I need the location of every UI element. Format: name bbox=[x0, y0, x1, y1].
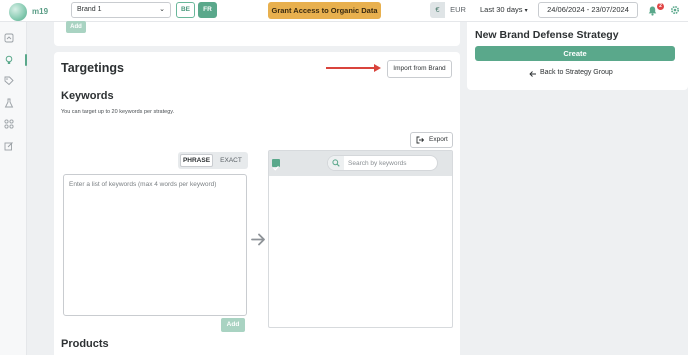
period-select-value: Last 30 days bbox=[480, 5, 523, 14]
bell-icon[interactable] bbox=[648, 6, 657, 16]
match-phrase-option[interactable]: PHRASE bbox=[180, 154, 213, 167]
products-title: Products bbox=[61, 338, 109, 350]
gear-icon[interactable] bbox=[670, 5, 680, 15]
export-label: Export bbox=[429, 136, 448, 143]
create-button[interactable]: Create bbox=[475, 46, 675, 61]
search-icon-wrap bbox=[328, 156, 344, 170]
tag-icon[interactable] bbox=[4, 76, 14, 86]
add-keywords-button[interactable]: Add bbox=[221, 318, 245, 332]
annotation-arrow-head bbox=[374, 64, 381, 72]
targetings-title: Targetings bbox=[61, 61, 124, 75]
previous-section-panel: Add bbox=[54, 21, 460, 46]
app-logo-text: m19 bbox=[32, 7, 49, 16]
keyword-search bbox=[327, 155, 438, 171]
back-to-strategy-group-link[interactable]: Back to Strategy Group bbox=[540, 69, 613, 76]
search-icon bbox=[332, 159, 340, 167]
lang-be-button[interactable]: BE bbox=[176, 2, 195, 18]
export-icon bbox=[416, 136, 424, 144]
grant-access-button[interactable]: Grant Access to Organic Data bbox=[268, 2, 381, 19]
brand-select-value: Brand 1 bbox=[77, 6, 102, 13]
chevron-down-icon: ⌄ bbox=[159, 6, 165, 13]
left-sidebar bbox=[0, 22, 27, 355]
arrow-left-icon bbox=[529, 71, 536, 77]
keywords-textarea[interactable] bbox=[63, 174, 247, 316]
keyword-search-input[interactable] bbox=[348, 157, 434, 169]
dashboard-icon[interactable] bbox=[4, 33, 14, 43]
lang-fr-button[interactable]: FR bbox=[198, 2, 217, 18]
currency-code[interactable]: EUR bbox=[446, 2, 470, 18]
keywords-limit-note: You can target up to 20 keywords per str… bbox=[61, 109, 175, 115]
check-icon bbox=[273, 165, 279, 171]
chevron-down-icon: ▾ bbox=[524, 8, 528, 14]
currency-symbol[interactable]: € bbox=[430, 2, 445, 18]
targetings-panel: Targetings Import from Brand Keywords Yo… bbox=[54, 52, 460, 355]
flask-icon[interactable] bbox=[4, 98, 14, 108]
add-button-top[interactable]: Add bbox=[66, 21, 86, 33]
lightbulb-icon[interactable] bbox=[4, 55, 14, 65]
edit-icon[interactable] bbox=[4, 141, 14, 151]
brand-select[interactable]: Brand 1 ⌄ bbox=[71, 2, 171, 18]
arrow-right-icon bbox=[251, 233, 265, 246]
app-logo[interactable] bbox=[9, 3, 27, 21]
keywords-list-panel bbox=[268, 150, 453, 328]
match-exact-option[interactable]: EXACT bbox=[216, 154, 246, 167]
export-button[interactable]: Export bbox=[410, 132, 453, 148]
select-all-checkbox[interactable] bbox=[272, 159, 280, 171]
annotation-arrow-line bbox=[326, 67, 376, 69]
import-from-brand-button[interactable]: Import from Brand bbox=[387, 60, 452, 78]
keywords-title: Keywords bbox=[61, 90, 114, 102]
sidebar-active-indicator bbox=[25, 54, 27, 66]
keywords-list-header bbox=[269, 151, 452, 176]
strategy-panel: New Brand Defense Strategy Create Back t… bbox=[467, 22, 688, 90]
top-bar: m19 Brand 1 ⌄ BE FR Grant Access to Orga… bbox=[0, 0, 688, 22]
notification-badge: 2 bbox=[657, 3, 664, 10]
strategy-title: New Brand Defense Strategy bbox=[475, 29, 619, 41]
match-type-toggle: PHRASE EXACT bbox=[178, 152, 248, 169]
date-range-picker[interactable]: 24/06/2024 - 23/07/2024 bbox=[538, 2, 638, 18]
puzzle-icon[interactable] bbox=[4, 119, 14, 129]
period-select[interactable]: Last 30 days ▾ bbox=[475, 2, 535, 18]
